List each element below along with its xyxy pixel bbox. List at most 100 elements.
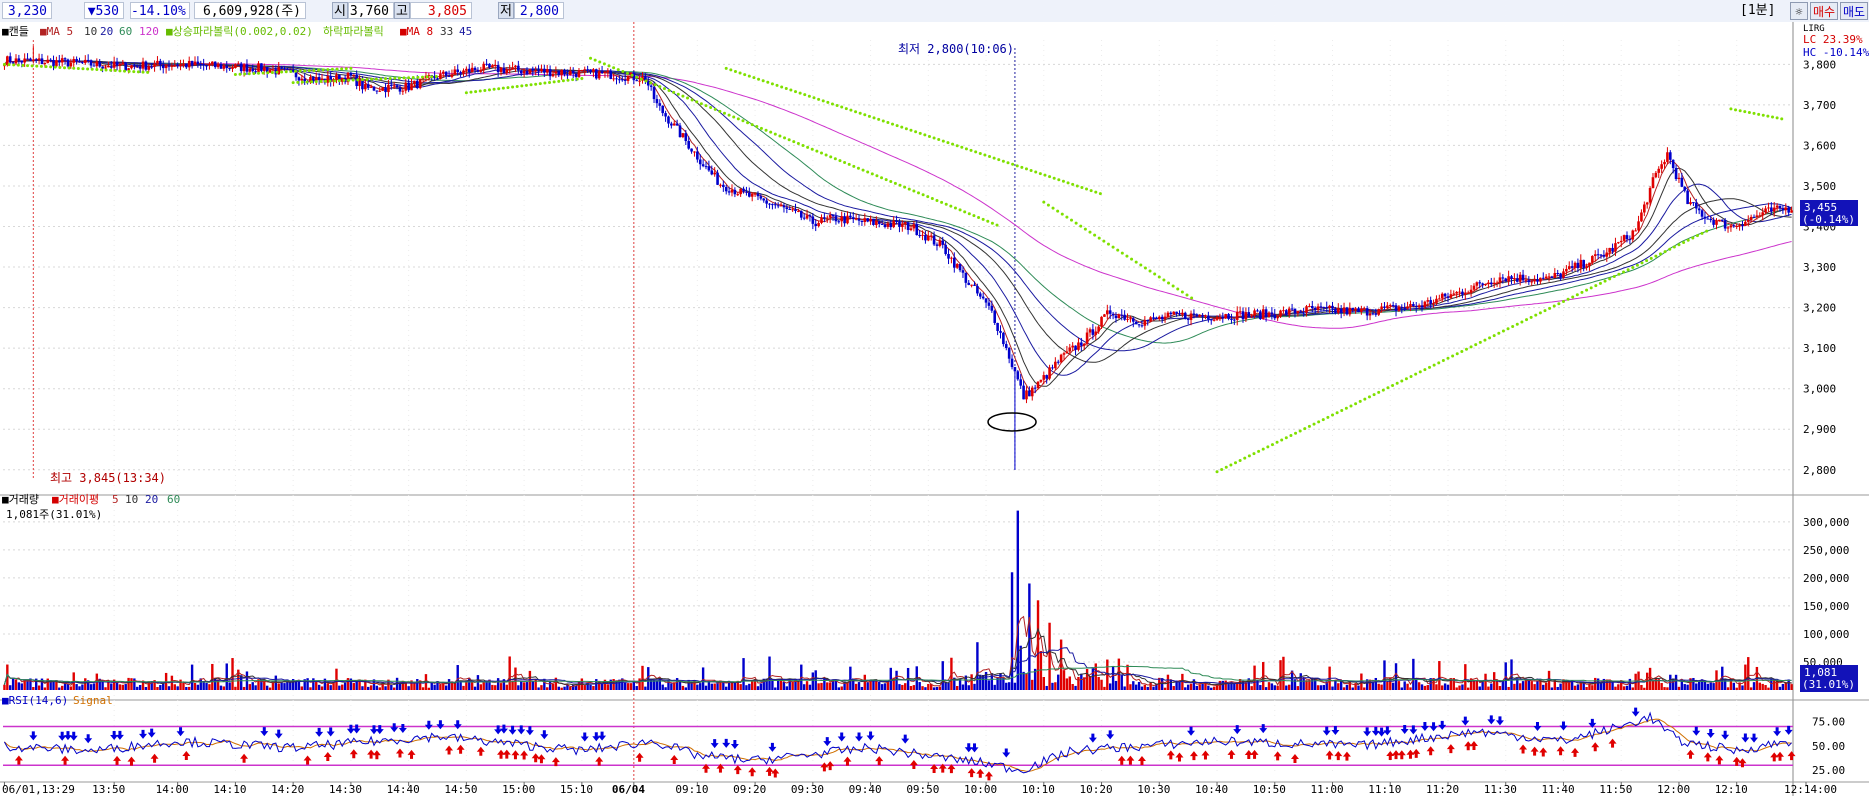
sar-dot [548, 80, 552, 84]
sar-dot [718, 109, 722, 113]
candle [1299, 311, 1303, 313]
settings-icon[interactable]: ☼ [1790, 2, 1808, 20]
candle [892, 220, 895, 228]
candle [1195, 314, 1199, 317]
sar-dot [303, 69, 307, 73]
volume-bar [1178, 682, 1181, 690]
sar-dot [314, 80, 318, 84]
candle [60, 58, 64, 63]
candle [1654, 172, 1658, 178]
sar-dot [918, 131, 922, 135]
sar-dot [1432, 363, 1436, 367]
x-tick-label: 10:40 [1195, 783, 1228, 796]
candle [1282, 310, 1285, 312]
sar-dot [840, 105, 844, 109]
candle [1169, 312, 1173, 315]
candle [378, 90, 382, 92]
candle [476, 70, 480, 72]
volume-bar [638, 678, 641, 690]
sar-dot [1497, 331, 1501, 335]
candle [1233, 319, 1236, 321]
sar-dot [709, 106, 713, 110]
candle [124, 62, 128, 71]
candle [1149, 317, 1152, 322]
volume-bar [1296, 686, 1300, 690]
volume-bar [854, 683, 858, 690]
sar-dot [995, 223, 999, 227]
sar-dot [1377, 390, 1381, 394]
volume-bar [1579, 682, 1582, 690]
volume-bar [1253, 665, 1256, 690]
sar-dot [21, 63, 25, 67]
sar-dot [921, 193, 925, 197]
sar-dot [109, 68, 113, 72]
candle [1663, 161, 1666, 165]
candle [1602, 255, 1606, 257]
sar-dot [1658, 252, 1662, 256]
candle [730, 189, 734, 193]
sar-dot [1234, 461, 1238, 465]
candle [797, 210, 800, 212]
volume-bar [880, 684, 884, 690]
sar-dot [275, 70, 279, 74]
sar-dot [1743, 110, 1747, 114]
sar-dot [704, 104, 708, 108]
volume-bar [1007, 682, 1011, 690]
candle [1166, 312, 1170, 317]
sar-dot [1020, 165, 1024, 169]
sar-dot [732, 115, 736, 119]
candle [1585, 265, 1588, 268]
sar-dot [1080, 185, 1084, 189]
sar-dot [30, 64, 34, 68]
volume-legend-ma: ■거래이평 [52, 493, 99, 506]
candle [722, 184, 725, 188]
volume-bar [179, 679, 182, 690]
sar-dot [312, 68, 316, 72]
chart-area[interactable]: 3,8003,7003,6003,5003,4003,3003,2003,100… [0, 22, 1869, 796]
buy-button[interactable]: 매수 [1810, 2, 1838, 20]
volume-bar [280, 682, 283, 690]
candle [1019, 379, 1023, 386]
candle [1270, 312, 1274, 315]
sar-dot [870, 172, 874, 176]
candle [415, 80, 419, 89]
candle [724, 187, 728, 192]
sar-dot [1668, 247, 1672, 251]
candle [1553, 273, 1557, 278]
candle [257, 63, 260, 73]
candle [398, 87, 402, 92]
volume-bar [1114, 680, 1118, 690]
sar-dot [483, 88, 487, 92]
sar-dot [1506, 327, 1510, 331]
volume-bar [947, 682, 950, 690]
sell-button[interactable]: 매도 [1840, 2, 1868, 20]
candle [1504, 278, 1508, 282]
candle [164, 65, 168, 69]
volume-bar [1573, 685, 1577, 690]
candle [86, 59, 90, 61]
volume-bar [704, 685, 708, 690]
candle [95, 61, 99, 67]
sar-dot [1229, 463, 1233, 467]
sar-dot [534, 82, 538, 86]
volume-bar [1790, 684, 1793, 690]
sar-dot [1612, 275, 1616, 279]
sar-dot [607, 64, 611, 68]
volume-bar [1726, 687, 1730, 690]
interval-label[interactable]: [1분] [1740, 2, 1776, 19]
volume-bar [921, 686, 924, 690]
volume-bar [214, 678, 217, 690]
volume-bar [537, 687, 540, 690]
volume-bar [329, 685, 332, 690]
volume-bar [1697, 681, 1701, 690]
sar-dot [1363, 397, 1367, 401]
volume-bar [1458, 685, 1461, 690]
volume-bar [289, 682, 292, 690]
sar-dot [1042, 200, 1046, 204]
sar-dot [1645, 259, 1649, 263]
candle [1325, 307, 1329, 309]
sar-dot [849, 108, 853, 112]
volume-bar [1322, 685, 1326, 690]
candle [1501, 277, 1505, 279]
candle [1640, 212, 1643, 222]
